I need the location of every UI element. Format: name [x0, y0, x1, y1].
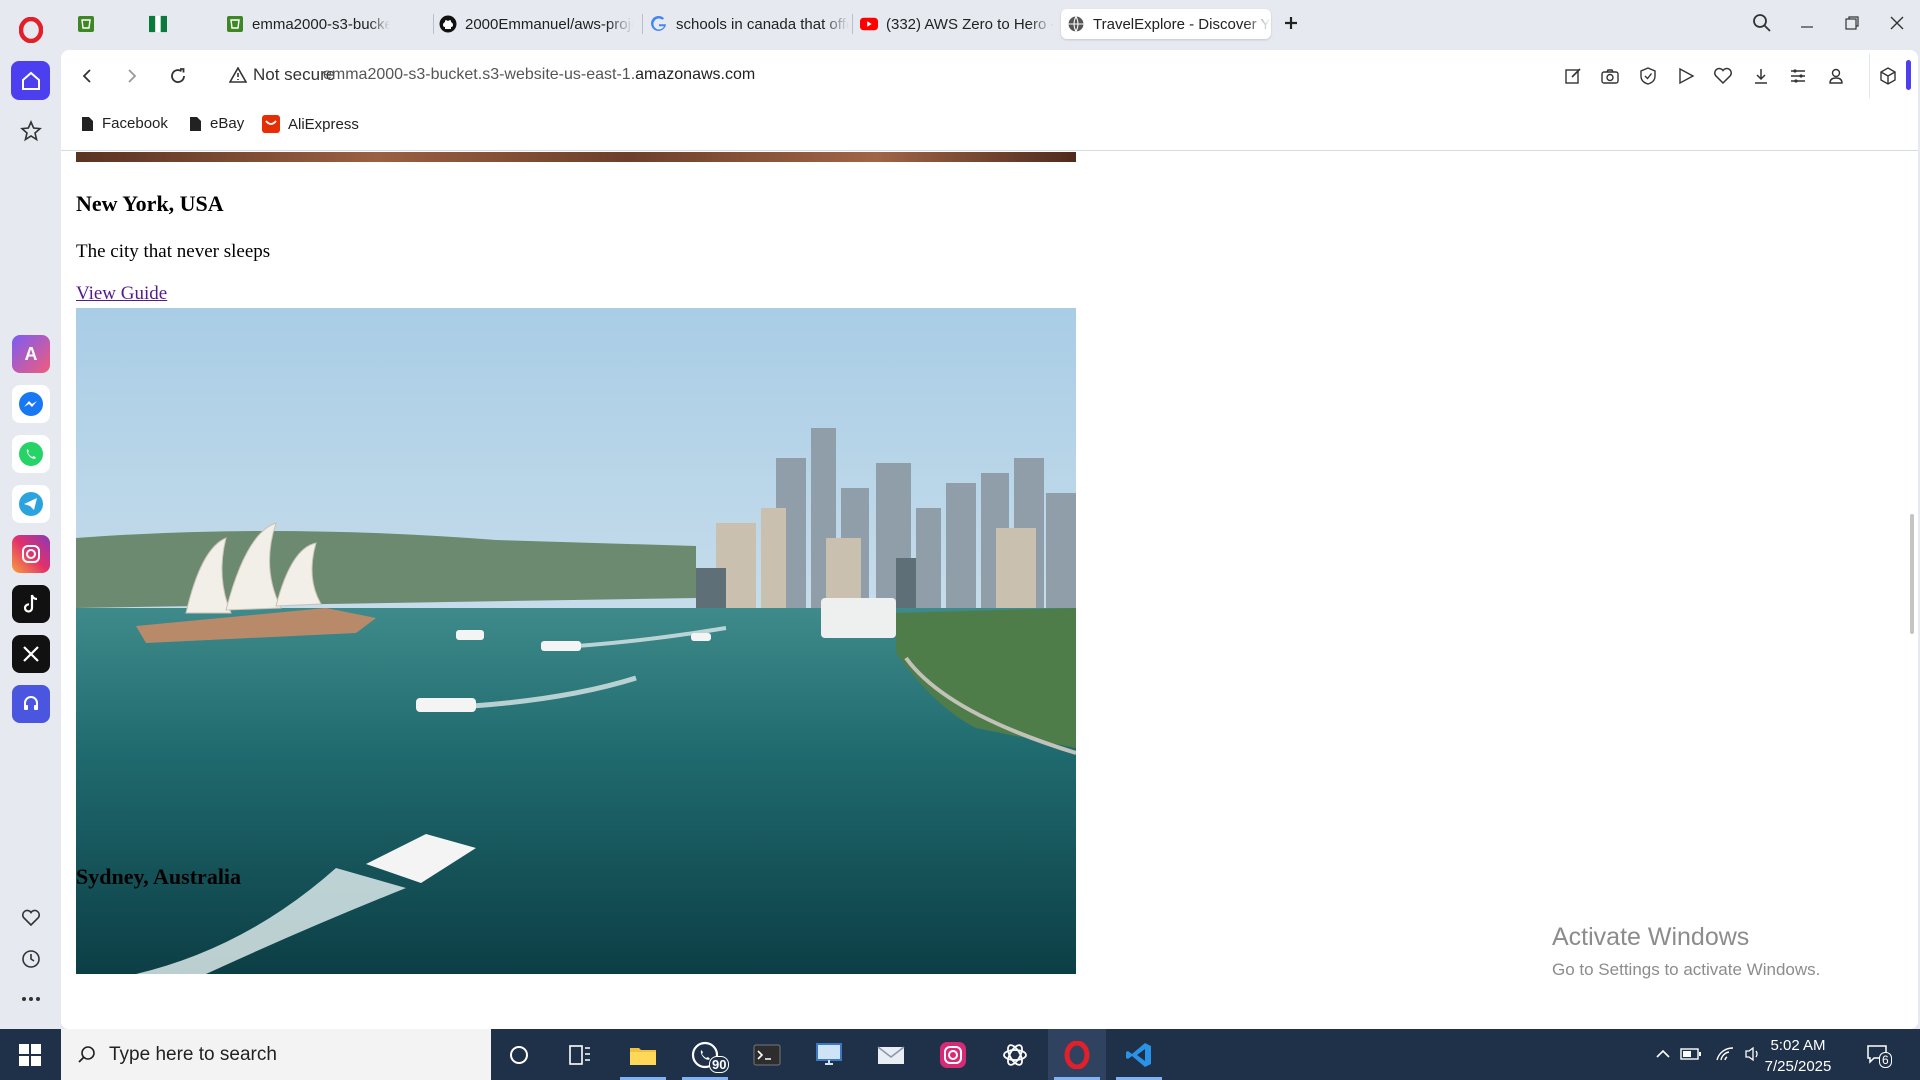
notification-count-badge: 6	[1879, 1052, 1892, 1068]
notification-center-icon[interactable]: 6	[1866, 1043, 1892, 1068]
sidebar-toggle-indicator[interactable]	[1906, 60, 1911, 90]
tab-youtube[interactable]: (332) AWS Zero to Hero -	[854, 9, 1054, 39]
heart-icon[interactable]	[1712, 65, 1734, 87]
tab-github[interactable]: 2000Emmanuel/aws-project	[433, 9, 633, 39]
aliexpress-icon	[262, 115, 280, 133]
view-guide-link[interactable]: View Guide	[76, 283, 167, 305]
whatsapp-unread-badge: 90	[709, 1056, 730, 1073]
x-twitter-icon[interactable]	[12, 635, 50, 673]
terminal-icon[interactable]	[738, 1029, 796, 1080]
camera-icon[interactable]	[1599, 65, 1621, 87]
vscode-icon[interactable]	[1110, 1029, 1168, 1080]
shield-icon[interactable]	[1637, 65, 1659, 87]
profile-icon[interactable]	[1825, 65, 1847, 87]
activate-windows-watermark: Activate Windows Go to Settings to activ…	[1552, 923, 1821, 979]
opera-logo-icon[interactable]	[11, 10, 50, 49]
url-field[interactable]: emma2000-s3-bucket.s3-website-us-east-1.…	[323, 66, 755, 84]
reload-button[interactable]	[164, 62, 192, 90]
bookmark-facebook[interactable]: Facebook	[81, 115, 168, 132]
wifi-icon[interactable]	[1714, 1043, 1736, 1065]
extensions-cube-icon[interactable]	[1877, 65, 1899, 87]
page-viewport[interactable]: New York, USA The city that never sleeps…	[61, 152, 1918, 1029]
home-icon[interactable]	[11, 61, 50, 100]
send-icon[interactable]	[1675, 65, 1697, 87]
bookmark-aliexpress[interactable]: AliExpress	[262, 115, 359, 133]
chatgpt-icon[interactable]	[986, 1029, 1044, 1080]
search-tabs-icon[interactable]	[1744, 8, 1780, 38]
heart-icon[interactable]	[11, 898, 50, 937]
show-hidden-icons-button[interactable]	[1652, 1043, 1674, 1065]
minimize-button[interactable]	[1789, 8, 1825, 38]
star-icon[interactable]	[11, 111, 50, 150]
restore-button[interactable]	[1834, 8, 1870, 38]
history-icon[interactable]	[11, 939, 50, 978]
page-scrollbar[interactable]	[1904, 152, 1918, 1029]
city-title-sydney: Sydney, Australia	[76, 864, 242, 889]
tab-aws-s3[interactable]	[71, 9, 121, 39]
security-indicator[interactable]: Not secure	[229, 65, 335, 85]
city-title-new-york: New York, USA	[76, 191, 224, 216]
aws-s3-icon	[226, 15, 244, 33]
file-explorer-icon[interactable]	[614, 1029, 672, 1080]
aria-ai-icon[interactable]: A	[12, 335, 50, 373]
page-icon	[190, 116, 201, 131]
tab-google-search[interactable]: schools in canada that offer	[644, 9, 849, 39]
download-icon[interactable]	[1750, 65, 1772, 87]
previous-city-image	[76, 152, 1076, 162]
youtube-icon	[860, 15, 878, 33]
page-icon	[82, 116, 93, 131]
battery-icon[interactable]	[1680, 1043, 1702, 1065]
edit-icon[interactable]	[1562, 65, 1584, 87]
task-view-icon[interactable]	[551, 1029, 609, 1080]
tab-travelexplore[interactable]: TravelExplore - Discover Your	[1061, 9, 1271, 39]
back-button[interactable]	[73, 62, 101, 90]
taskbar-clock[interactable]: 5:02 AM 7/25/2025	[1752, 1035, 1844, 1077]
whatsapp-taskbar-icon[interactable]: 90	[676, 1029, 734, 1080]
close-window-button[interactable]	[1879, 8, 1915, 38]
tab-flag[interactable]	[143, 9, 193, 39]
bookmark-ebay[interactable]: eBay	[189, 115, 244, 132]
easy-setup-icon[interactable]	[1787, 65, 1809, 87]
github-icon	[439, 15, 457, 33]
address-bar-row: Not secure emma2000-s3-bucket.s3-website…	[61, 50, 1918, 102]
search-icon	[78, 1045, 95, 1063]
opera-sidebar: A	[0, 0, 61, 1029]
opera-taskbar-icon[interactable]	[1048, 1029, 1106, 1080]
messenger-icon[interactable]	[12, 385, 50, 423]
browser-window: Not secure emma2000-s3-bucket.s3-website…	[61, 50, 1918, 1029]
bookmarks-bar: Facebook eBay AliExpress	[61, 102, 1918, 150]
nigeria-flag-icon	[149, 15, 167, 33]
music-player-icon[interactable]	[12, 685, 50, 723]
new-tab-button[interactable]	[1273, 8, 1309, 38]
taskbar-search-box[interactable]: Type here to search	[61, 1029, 491, 1080]
globe-icon	[1067, 15, 1085, 33]
windows-taskbar: Type here to search 90 5:02 AM 7/25/2025…	[0, 1029, 1920, 1080]
tab-s3-bucket[interactable]: emma2000-s3-bucket - S3 bucket	[220, 9, 390, 39]
google-icon	[650, 15, 668, 33]
cortana-icon[interactable]	[490, 1029, 548, 1080]
more-icon[interactable]	[11, 979, 50, 1018]
warning-icon	[229, 67, 247, 83]
remote-desktop-icon[interactable]	[800, 1029, 858, 1080]
mail-icon[interactable]	[862, 1029, 920, 1080]
windows-logo-icon	[19, 1043, 41, 1066]
whatsapp-icon[interactable]	[12, 435, 50, 473]
tab-strip: emma2000-s3-bucket - S3 bucket 2000Emman…	[61, 0, 1920, 47]
telegram-icon[interactable]	[12, 485, 50, 523]
start-button[interactable]	[0, 1029, 60, 1080]
instagram-icon[interactable]	[12, 535, 50, 573]
forward-button[interactable]	[118, 62, 146, 90]
city-description-new-york: The city that never sleeps	[76, 241, 271, 262]
tiktok-icon[interactable]	[12, 585, 50, 623]
scrollbar-thumb[interactable]	[1910, 514, 1914, 634]
instagram-taskbar-icon[interactable]	[924, 1029, 982, 1080]
aws-s3-icon	[77, 15, 95, 33]
